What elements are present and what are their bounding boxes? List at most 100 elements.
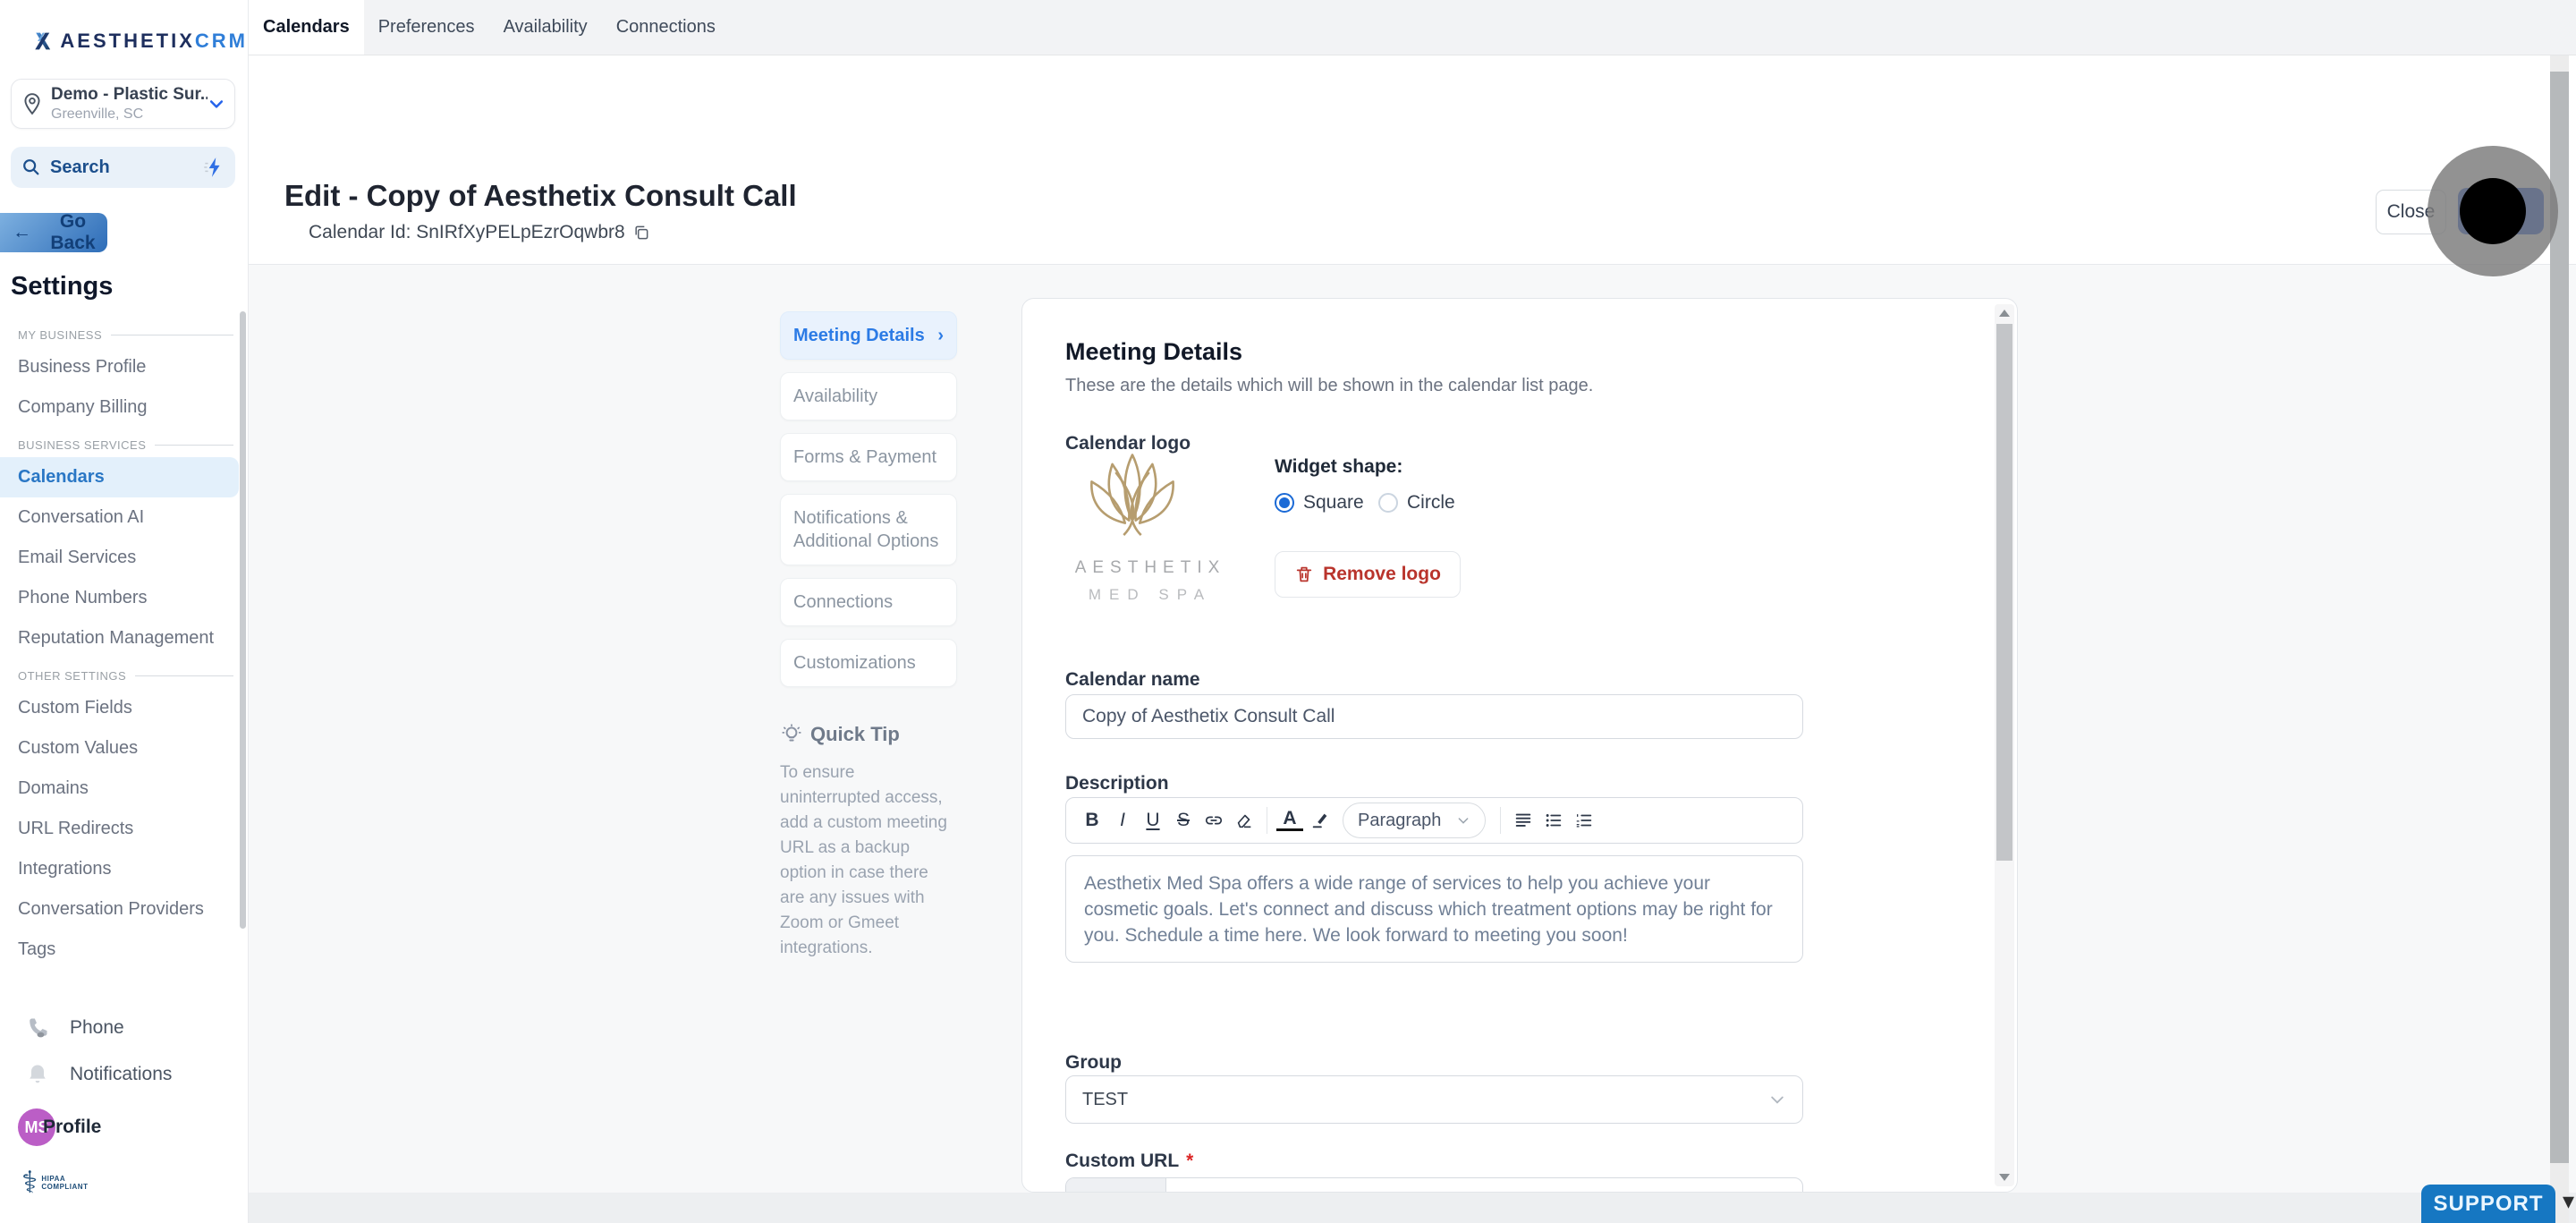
tab-calendars[interactable]: Calendars [249,0,364,55]
sidebar-item-domains[interactable]: Domains [0,769,248,809]
sidebar-item-profile[interactable]: MS Profile [0,1098,248,1157]
recording-bubble-camera [2460,178,2526,244]
brand-logo: AESTHETIXCRM [32,23,248,59]
section-nav-meeting-details[interactable]: Meeting Details › [780,311,957,360]
location-picker[interactable]: Demo - Plastic Sur... Greenville, SC [11,79,235,129]
calendar-section-nav: Meeting Details › Availability Forms & Pa… [780,311,957,961]
description-label: Description [1065,773,1169,794]
chevron-down-icon [1458,818,1469,824]
radio-checked-icon [1275,493,1294,513]
calendar-name-input[interactable] [1065,694,1803,739]
support-button[interactable]: SUPPORT [2421,1185,2555,1223]
profile-label: Profile [43,1117,102,1137]
sidebar-item-conversation-providers[interactable]: Conversation Providers [0,889,248,930]
sidebar-item-integrations[interactable]: Integrations [0,849,248,889]
section-nav-customizations[interactable]: Customizations [780,639,957,687]
section-header-business-services: BUSINESS SERVICES [0,428,248,457]
strikethrough-button[interactable]: S [1170,805,1197,836]
sidebar-item-phone-numbers[interactable]: Phone Numbers [0,578,248,618]
panel-scrollbar-thumb[interactable] [1996,324,2012,861]
group-select[interactable]: TEST [1065,1075,1803,1124]
bullet-list-button[interactable] [1540,805,1567,836]
brand-logo-icon [35,32,51,50]
group-label: Group [1065,1052,1122,1073]
sidebar-item-custom-fields[interactable]: Custom Fields [0,688,248,728]
quick-tip-title: Quick Tip [810,723,900,745]
link-button[interactable] [1200,805,1227,836]
sidebar-item-phone[interactable]: Phone [0,1005,248,1051]
text-color-button[interactable]: A [1276,809,1303,831]
quick-tip: Quick Tip To ensure uninterrupted access… [780,723,957,961]
custom-url-input[interactable] [1065,1177,1803,1192]
calendar-logo-preview: AESTHETIX MED SPA [1065,451,1235,642]
sidebar-item-tags[interactable]: Tags [0,930,248,970]
tab-connections[interactable]: Connections [602,0,730,55]
highlight-button[interactable] [1307,805,1334,836]
logo-text-top: AESTHETIX [1074,558,1226,577]
caret-down-icon: ▾ [2562,1187,2574,1214]
custom-url-label: Custom URL * [1065,1151,1194,1171]
sidebar-item-reputation-management[interactable]: Reputation Management [0,618,248,658]
panel-heading: Meeting Details [1065,338,1243,365]
recording-bubble-overlay [2428,146,2558,276]
location-city: Greenville, SC [51,106,144,122]
description-editor[interactable]: Aesthetix Med Spa offers a wide range of… [1065,855,1803,963]
chevron-down-icon [209,100,224,108]
sidebar-item-custom-values[interactable]: Custom Values [0,728,248,769]
numbered-list-button[interactable] [1571,805,1597,836]
panel-subheading: These are the details which will be show… [1065,376,1594,395]
sidebar-item-calendars[interactable]: Calendars [0,457,239,497]
go-back-label: Go Back [50,211,96,253]
sidebar-item-business-profile[interactable]: Business Profile [0,347,248,387]
settings-nav: MY BUSINESS Business Profile Company Bil… [0,318,248,970]
copy-icon[interactable] [632,224,650,242]
align-button[interactable] [1510,805,1537,836]
scroll-down-arrow[interactable] [1999,1174,2010,1181]
content-area: Meeting Details › Availability Forms & Pa… [249,265,2576,1223]
underline-button[interactable]: U [1140,805,1166,836]
go-back-button[interactable]: ← Go Back [0,211,107,253]
chevron-down-icon [1771,1096,1784,1104]
clear-format-button[interactable] [1231,805,1258,836]
italic-button[interactable]: I [1109,805,1136,836]
paragraph-style-select[interactable]: Paragraph [1343,803,1486,838]
phone-icon [30,1018,47,1038]
scroll-up-arrow[interactable] [1999,310,2010,317]
remove-logo-button[interactable]: Remove logo [1275,551,1461,598]
brand-name-suffix: CRM [194,30,248,52]
bold-button[interactable]: B [1079,805,1106,836]
sidebar: AESTHETIXCRM Demo - Plastic Sur... Green… [0,0,249,1223]
tab-preferences[interactable]: Preferences [364,0,489,55]
settings-title: Settings [11,272,114,301]
sidebar-item-notifications[interactable]: Notifications [0,1051,248,1098]
tab-bar: Calendars Preferences Availability Conne… [249,0,2576,55]
main-area: Calendars Preferences Availability Conne… [249,0,2576,1223]
sidebar-scrollbar[interactable] [240,311,246,929]
brand-name: AESTHETIX [60,30,195,52]
tab-availability[interactable]: Availability [489,0,602,55]
calendar-id: Calendar Id: SnIRfXyPELpEzrOqwbr8 [309,222,650,243]
sidebar-item-url-redirects[interactable]: URL Redirects [0,809,248,849]
section-header-my-business: MY BUSINESS [0,318,248,347]
widget-shape-square-radio[interactable]: Square [1275,492,1364,514]
sidebar-footer: Phone Notifications MS Profile ⚕ HIPAA CO… [0,1005,248,1198]
panel-scrollbar[interactable] [1995,304,2014,1186]
section-nav-notifications-options[interactable]: Notifications & Additional Options [780,494,957,565]
sidebar-item-conversation-ai[interactable]: Conversation AI [0,497,248,538]
chevron-right-icon: › [937,325,944,345]
logo-text-bottom: MED SPA [1088,586,1213,603]
page-title: Edit - Copy of Aesthetix Consult Call [284,179,797,212]
ai-lightning-icon[interactable] [201,156,225,179]
lightbulb-icon [782,724,801,742]
section-nav-forms-payment[interactable]: Forms & Payment [780,433,957,481]
search-label: Search [50,157,110,177]
section-nav-connections[interactable]: Connections [780,578,957,626]
bottom-strip [249,1193,2576,1223]
section-nav-availability[interactable]: Availability [780,372,957,420]
search-input[interactable]: Search [11,147,235,188]
sidebar-item-email-services[interactable]: Email Services [0,538,248,578]
hipaa-badge: ⚕ HIPAA COMPLIANT [21,1166,89,1200]
calendar-name-label: Calendar name [1065,669,1200,690]
widget-shape-circle-radio[interactable]: Circle [1378,492,1455,514]
sidebar-item-company-billing[interactable]: Company Billing [0,387,248,428]
